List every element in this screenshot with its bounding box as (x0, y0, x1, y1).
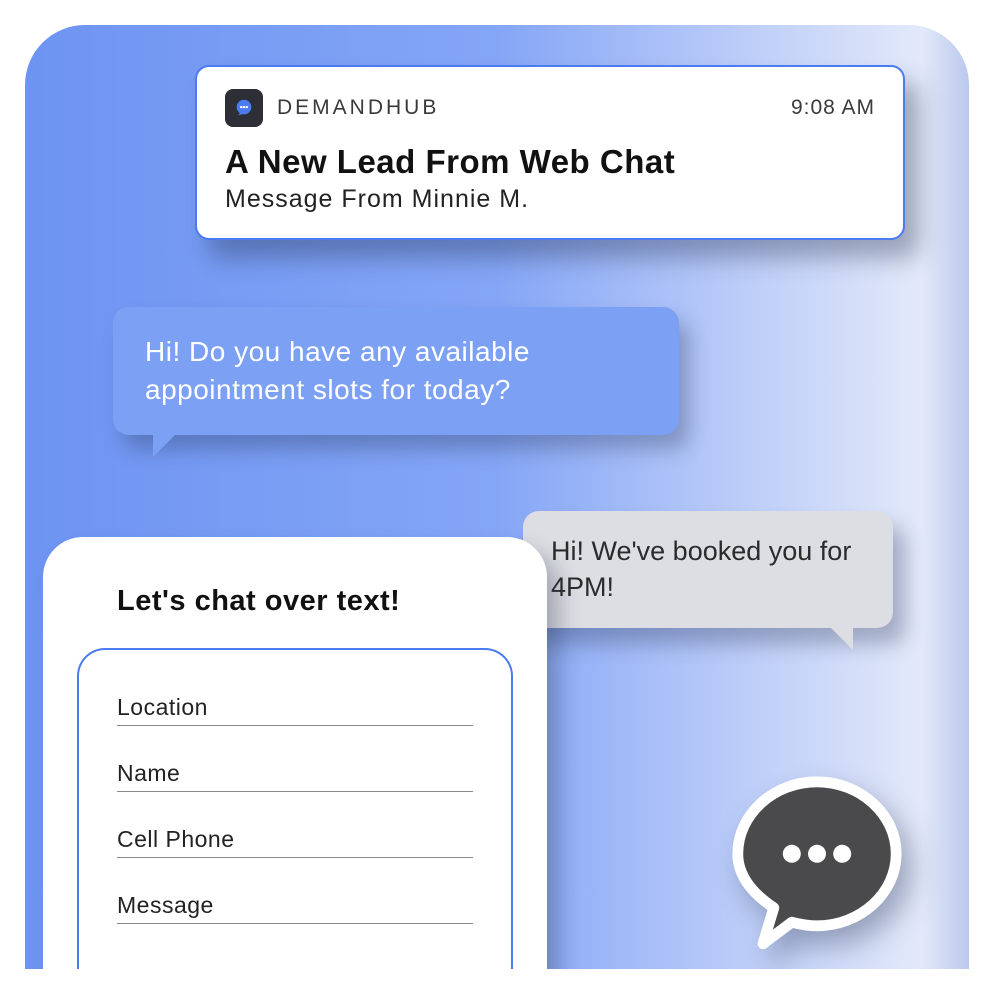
reply-message-text: Hi! We've booked you for 4PM! (551, 536, 851, 602)
location-field[interactable]: Location (117, 694, 473, 726)
phone-field[interactable]: Cell Phone (117, 826, 473, 858)
form-fields-box: Location Name Cell Phone Message (77, 648, 513, 969)
incoming-message-bubble: Hi! Do you have any available appointmen… (113, 307, 679, 435)
notification-time: 9:08 AM (791, 96, 875, 120)
notification-title: A New Lead From Web Chat (225, 143, 875, 181)
chat-launcher-button[interactable] (727, 771, 907, 951)
reply-message-bubble: Hi! We've booked you for 4PM! (523, 511, 893, 628)
form-heading: Let's chat over text! (117, 585, 513, 618)
phone-label: Cell Phone (117, 826, 473, 853)
incoming-message-text: Hi! Do you have any available appointmen… (145, 336, 530, 405)
notification-subtitle: Message From Minnie M. (225, 185, 875, 214)
app-icon (225, 89, 263, 127)
field-underline (117, 923, 473, 924)
chat-bubble-icon (727, 771, 907, 951)
name-field[interactable]: Name (117, 760, 473, 792)
message-field[interactable]: Message (117, 892, 473, 924)
message-label: Message (117, 892, 473, 919)
promo-canvas: DEMANDHUB 9:08 AM A New Lead From Web Ch… (25, 25, 969, 969)
notification-header: DEMANDHUB 9:08 AM (225, 89, 875, 127)
location-label: Location (117, 694, 473, 721)
field-underline (117, 791, 473, 792)
name-label: Name (117, 760, 473, 787)
notification-card[interactable]: DEMANDHUB 9:08 AM A New Lead From Web Ch… (195, 65, 905, 240)
chat-form-card: Let's chat over text! Location Name Cell… (43, 537, 547, 969)
field-underline (117, 725, 473, 726)
app-name: DEMANDHUB (277, 96, 439, 120)
field-underline (117, 857, 473, 858)
